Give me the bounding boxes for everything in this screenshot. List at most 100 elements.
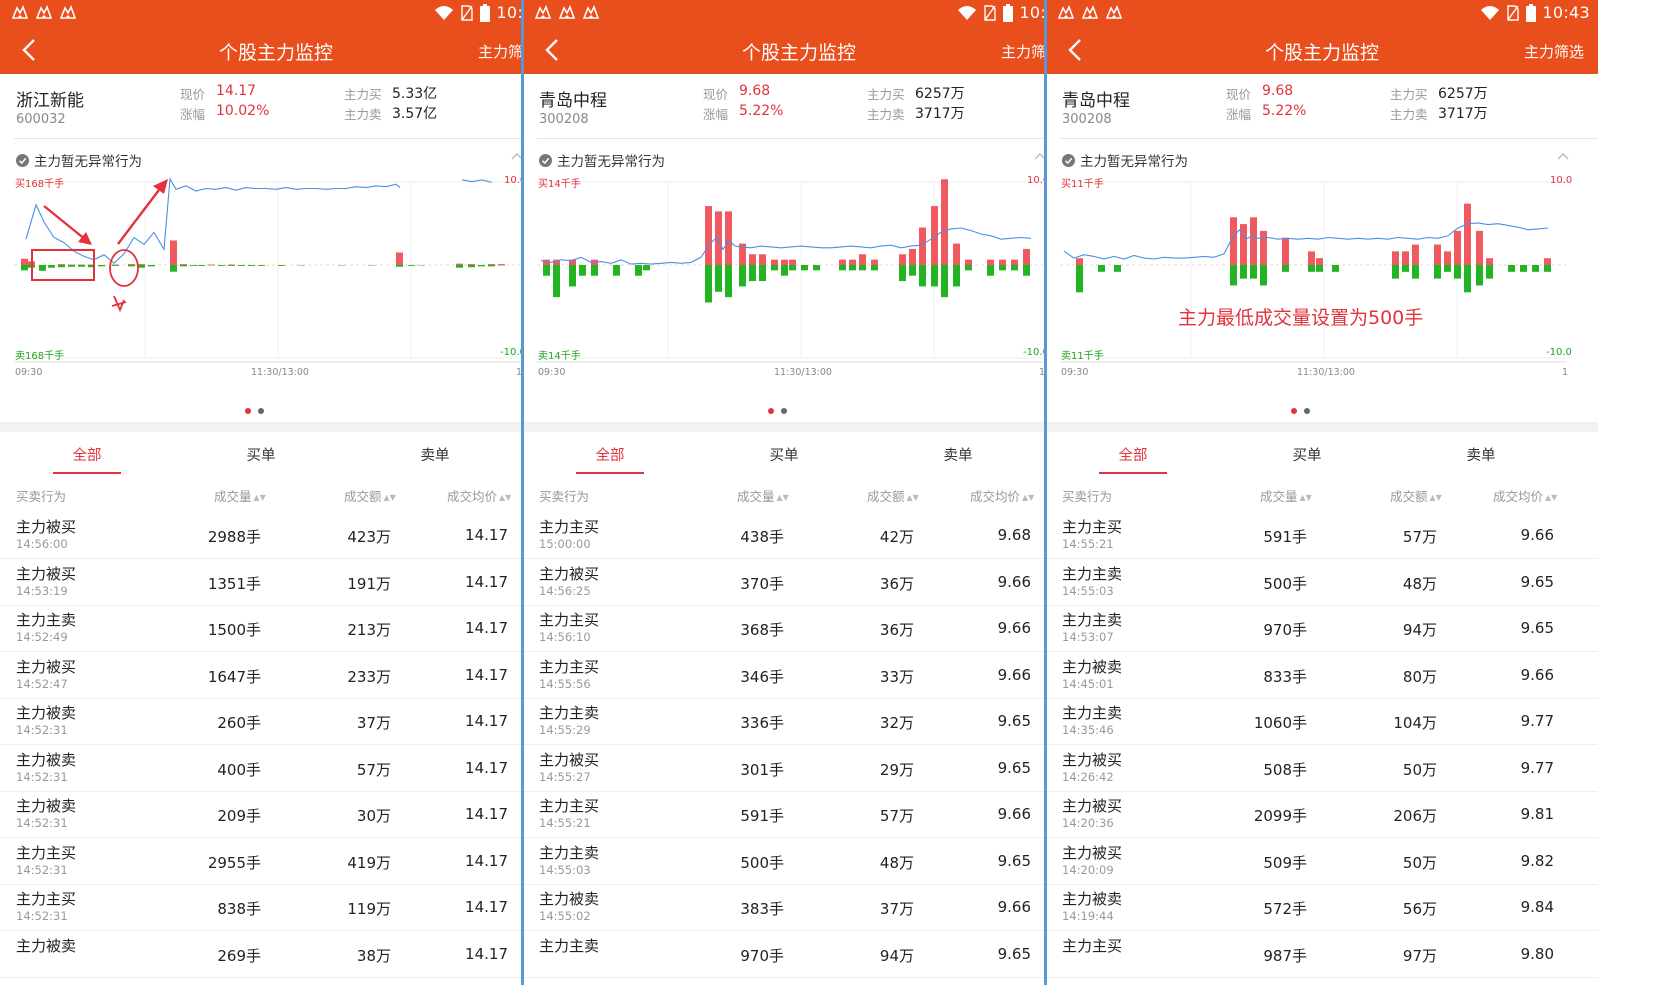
sell-bar <box>759 265 766 282</box>
table-row[interactable]: 主力主卖 14:55:29 336手 32万 9.65 <box>523 696 1075 745</box>
page-title: 个股主力监控 <box>1264 42 1379 64</box>
row-price: 9.66 <box>1520 526 1554 544</box>
table-row[interactable]: 主力被卖 14:45:01 833手 80万 9.66 <box>1046 650 1598 699</box>
change-value: 5.22% <box>1262 103 1307 119</box>
row-price: 14.17 <box>465 898 508 916</box>
row-time: 14:52:31 <box>16 816 68 830</box>
table-row[interactable]: 主力被卖 14:52:31 400手 57万 14.17 <box>0 743 552 792</box>
buy-bar <box>871 259 878 265</box>
tab-buy[interactable]: 买单 <box>744 444 824 465</box>
row-price: 9.65 <box>997 712 1031 730</box>
sell-bar <box>228 265 235 266</box>
filter-button[interactable]: 主力筛选 <box>1524 41 1584 62</box>
tab-all[interactable]: 全部 <box>570 444 650 465</box>
col-header[interactable]: 成交量 ▲▼ <box>214 486 266 505</box>
table-row[interactable]: 主力被卖 269手 38万 14.17 <box>0 929 552 978</box>
table-row[interactable]: 主力主卖 14:55:03 500手 48万 9.65 <box>1046 557 1598 606</box>
notification-icons <box>1056 4 1124 22</box>
row-amount: 119万 <box>347 900 391 918</box>
table-row[interactable]: 主力主卖 14:35:46 1060手 104万 9.77 <box>1046 696 1598 745</box>
col-header-label: 成交均价 <box>1493 489 1544 504</box>
table-row[interactable]: 主力被买 14:20:36 2099手 206万 9.81 <box>1046 789 1598 838</box>
table-row[interactable]: 主力被买 14:56:00 2988手 423万 14.17 <box>0 510 552 559</box>
page-dot <box>1303 408 1310 414</box>
row-price: 9.77 <box>1520 758 1554 777</box>
row-action: 主力被买 <box>1062 797 1123 815</box>
table-row[interactable]: 主力主买 987手 97万 9.80 <box>1046 929 1598 978</box>
table-row[interactable]: 主力主卖 14:53:07 970手 94万 9.65 <box>1046 603 1598 652</box>
col-header[interactable]: 成交均价 ▲▼ <box>1493 486 1557 505</box>
row-action: 主力被卖 <box>16 936 77 955</box>
tab-buy[interactable]: 买单 <box>1267 444 1347 465</box>
sell-bar <box>543 265 550 276</box>
buy-bar <box>1454 230 1461 265</box>
tab-all[interactable]: 全部 <box>1093 444 1173 465</box>
sell-bar <box>781 265 788 276</box>
row-action: 主力主买 <box>1062 518 1123 536</box>
sell-bar <box>749 265 756 282</box>
row-amount: 36万 <box>879 574 914 593</box>
row-amount: 423万 <box>347 528 391 546</box>
row-volume: 970手 <box>740 946 784 965</box>
col-header[interactable]: 成交量 ▲▼ <box>1260 486 1312 505</box>
sell-bar <box>553 265 560 298</box>
col-header[interactable]: 成交量 ▲▼ <box>737 486 789 505</box>
buy-bar <box>396 252 403 265</box>
table-row[interactable]: 主力主卖 970手 94万 9.65 <box>523 929 1075 978</box>
table-row[interactable]: 主力被买 14:55:27 301手 29万 9.65 <box>523 743 1075 792</box>
table-row[interactable]: 主力被买 14:20:09 509手 50万 9.82 <box>1046 836 1598 885</box>
col-header[interactable]: 成交均价 ▲▼ <box>970 486 1034 505</box>
table-row[interactable]: 主力主卖 14:52:49 1500手 213万 14.17 <box>0 603 552 652</box>
col-header[interactable]: 成交均价 ▲▼ <box>447 486 511 505</box>
table-row[interactable]: 主力被买 14:56:25 370手 36万 9.66 <box>523 557 1075 606</box>
buy-bar <box>28 261 35 265</box>
sell-bar <box>98 265 105 267</box>
row-price: 14.17 <box>465 758 508 777</box>
table-row[interactable]: 主力主买 14:52:31 838手 119万 14.17 <box>0 882 552 931</box>
stock-quote: 青岛中程 300208 现价 9.68 涨幅 5.22% 主力买 6257万 主力卖 3717万 <box>523 74 1075 138</box>
tab-sell[interactable]: 卖单 <box>1441 444 1521 465</box>
row-price: 9.81 <box>1520 805 1554 823</box>
battery-icon <box>1526 3 1537 22</box>
tab-sell[interactable]: 卖单 <box>395 444 475 465</box>
tab-buy[interactable]: 买单 <box>221 444 301 465</box>
table-row[interactable]: 主力被卖 14:52:31 209手 30万 14.17 <box>0 789 552 838</box>
row-time: 14:55:03 <box>1062 583 1114 598</box>
table-row[interactable]: 主力被买 14:53:19 1351手 191万 14.17 <box>0 557 552 606</box>
row-action: 主力被买 <box>1062 843 1123 862</box>
alert-text: 主力暂无异常行为 <box>557 154 665 170</box>
title-bar: 个股主力监控 主力筛选 <box>0 26 552 74</box>
tab-all[interactable]: 全部 <box>47 444 127 465</box>
sim-icon <box>461 4 474 21</box>
row-amount: 37万 <box>879 900 914 918</box>
sell-bar <box>643 265 650 271</box>
table-row[interactable]: 主力主买 14:55:21 591手 57万 9.66 <box>523 789 1075 838</box>
col-header[interactable]: 成交额 ▲▼ <box>1390 486 1442 505</box>
table-row[interactable]: 主力主买 15:00:00 438手 42万 9.68 <box>523 510 1075 559</box>
sell-bar <box>1476 265 1483 286</box>
table-row[interactable]: 主力被卖 14:52:31 260手 37万 14.17 <box>0 696 552 745</box>
check-circle-icon <box>539 153 552 167</box>
tab-sell[interactable]: 卖单 <box>918 444 998 465</box>
chevron-up-icon[interactable] <box>1556 150 1570 162</box>
table-row[interactable]: 主力主买 14:55:56 346手 33万 9.66 <box>523 650 1075 699</box>
stock-quote: 浙江新能 600032 现价 14.17 涨幅 10.02% 主力买 5.33亿 主力卖 3.57… <box>0 74 552 138</box>
col-header[interactable]: 成交额 ▲▼ <box>344 486 396 505</box>
row-price: 14.17 <box>465 526 508 544</box>
table-row[interactable]: 主力主买 14:56:10 368手 36万 9.66 <box>523 603 1075 652</box>
table-row[interactable]: 主力主卖 14:55:03 500手 48万 9.65 <box>523 836 1075 885</box>
col-header[interactable]: 成交额 ▲▼ <box>867 486 919 505</box>
table-row[interactable]: 主力被买 14:52:47 1647手 233万 14.17 <box>0 650 552 699</box>
row-amount: 48万 <box>1402 574 1437 593</box>
table-row[interactable]: 主力主买 14:55:21 591手 57万 9.66 <box>1046 510 1598 559</box>
row-price: 9.65 <box>997 851 1031 870</box>
table-row[interactable]: 主力被卖 14:19:44 572手 56万 9.84 <box>1046 882 1598 931</box>
sell-bar <box>1544 265 1551 272</box>
sell-bar <box>789 265 796 271</box>
table-row[interactable]: 主力主买 14:52:31 2955手 419万 14.17 <box>0 836 552 885</box>
buy-scale-label: 买168千手 <box>15 179 65 190</box>
main-force-chart: 买11千手 卖11千手 10.0 -10.0 09:30 11:30/13:00 1 主力最低… <box>1046 172 1598 412</box>
divider <box>1060 138 1598 139</box>
table-row[interactable]: 主力被卖 14:55:02 383手 37万 9.66 <box>523 882 1075 931</box>
table-row[interactable]: 主力被买 14:26:42 508手 50万 9.77 <box>1046 743 1598 792</box>
